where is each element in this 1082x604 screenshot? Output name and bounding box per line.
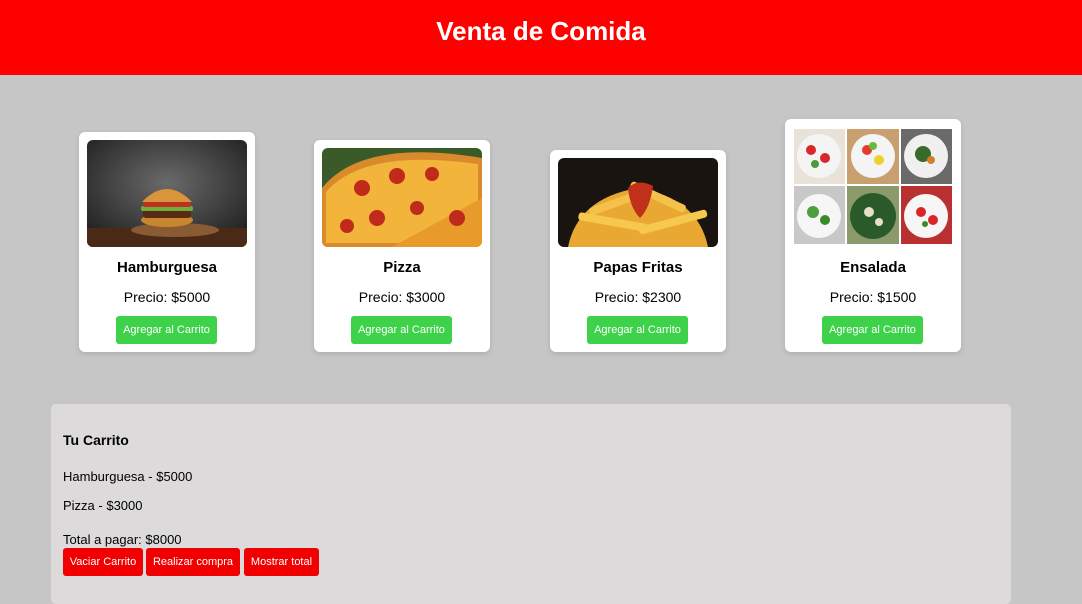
product-card-ensalada: Ensalada Precio: $1500 Agregar al Carrit… <box>785 119 961 352</box>
add-to-cart-button[interactable]: Agregar al Carrito <box>351 316 452 344</box>
cart-item: Hamburguesa - $5000 <box>63 469 193 484</box>
clear-cart-button[interactable]: Vaciar Carrito <box>63 548 143 576</box>
product-price: Precio: $5000 <box>123 289 211 305</box>
add-to-cart-button[interactable]: Agregar al Carrito <box>822 316 923 344</box>
add-to-cart-button[interactable]: Agregar al Carrito <box>116 316 217 344</box>
product-price: Precio: $3000 <box>358 289 446 305</box>
ensalada-image <box>793 128 953 245</box>
cart-total: Total a pagar: $8000 <box>63 532 182 547</box>
show-total-button[interactable]: Mostrar total <box>244 548 319 576</box>
product-name: Ensalada <box>840 259 906 276</box>
papas-fritas-image <box>558 158 718 247</box>
site-header: Venta de Comida <box>0 0 1082 75</box>
checkout-button[interactable]: Realizar compra <box>146 548 240 576</box>
cart-title: Tu Carrito <box>63 432 129 448</box>
add-to-cart-button[interactable]: Agregar al Carrito <box>587 316 688 344</box>
product-card-pizza: Pizza Precio: $3000 Agregar al Carrito <box>314 140 490 352</box>
product-price: Precio: $1500 <box>829 289 917 305</box>
product-name: Hamburguesa <box>116 259 218 276</box>
product-name: Pizza <box>383 259 421 276</box>
hamburguesa-image <box>87 140 247 247</box>
product-price: Precio: $2300 <box>594 289 682 305</box>
page-title: Venta de Comida <box>436 16 646 46</box>
pizza-image <box>322 148 482 247</box>
cart-item: Pizza - $3000 <box>63 498 143 513</box>
product-card-papas-fritas: Papas Fritas Precio: $2300 Agregar al Ca… <box>550 150 726 352</box>
cart-panel: Tu Carrito Hamburguesa - $5000 Pizza - $… <box>51 404 1011 604</box>
product-name: Papas Fritas <box>593 259 683 276</box>
product-card-hamburguesa: Hamburguesa Precio: $5000 Agregar al Car… <box>79 132 255 352</box>
